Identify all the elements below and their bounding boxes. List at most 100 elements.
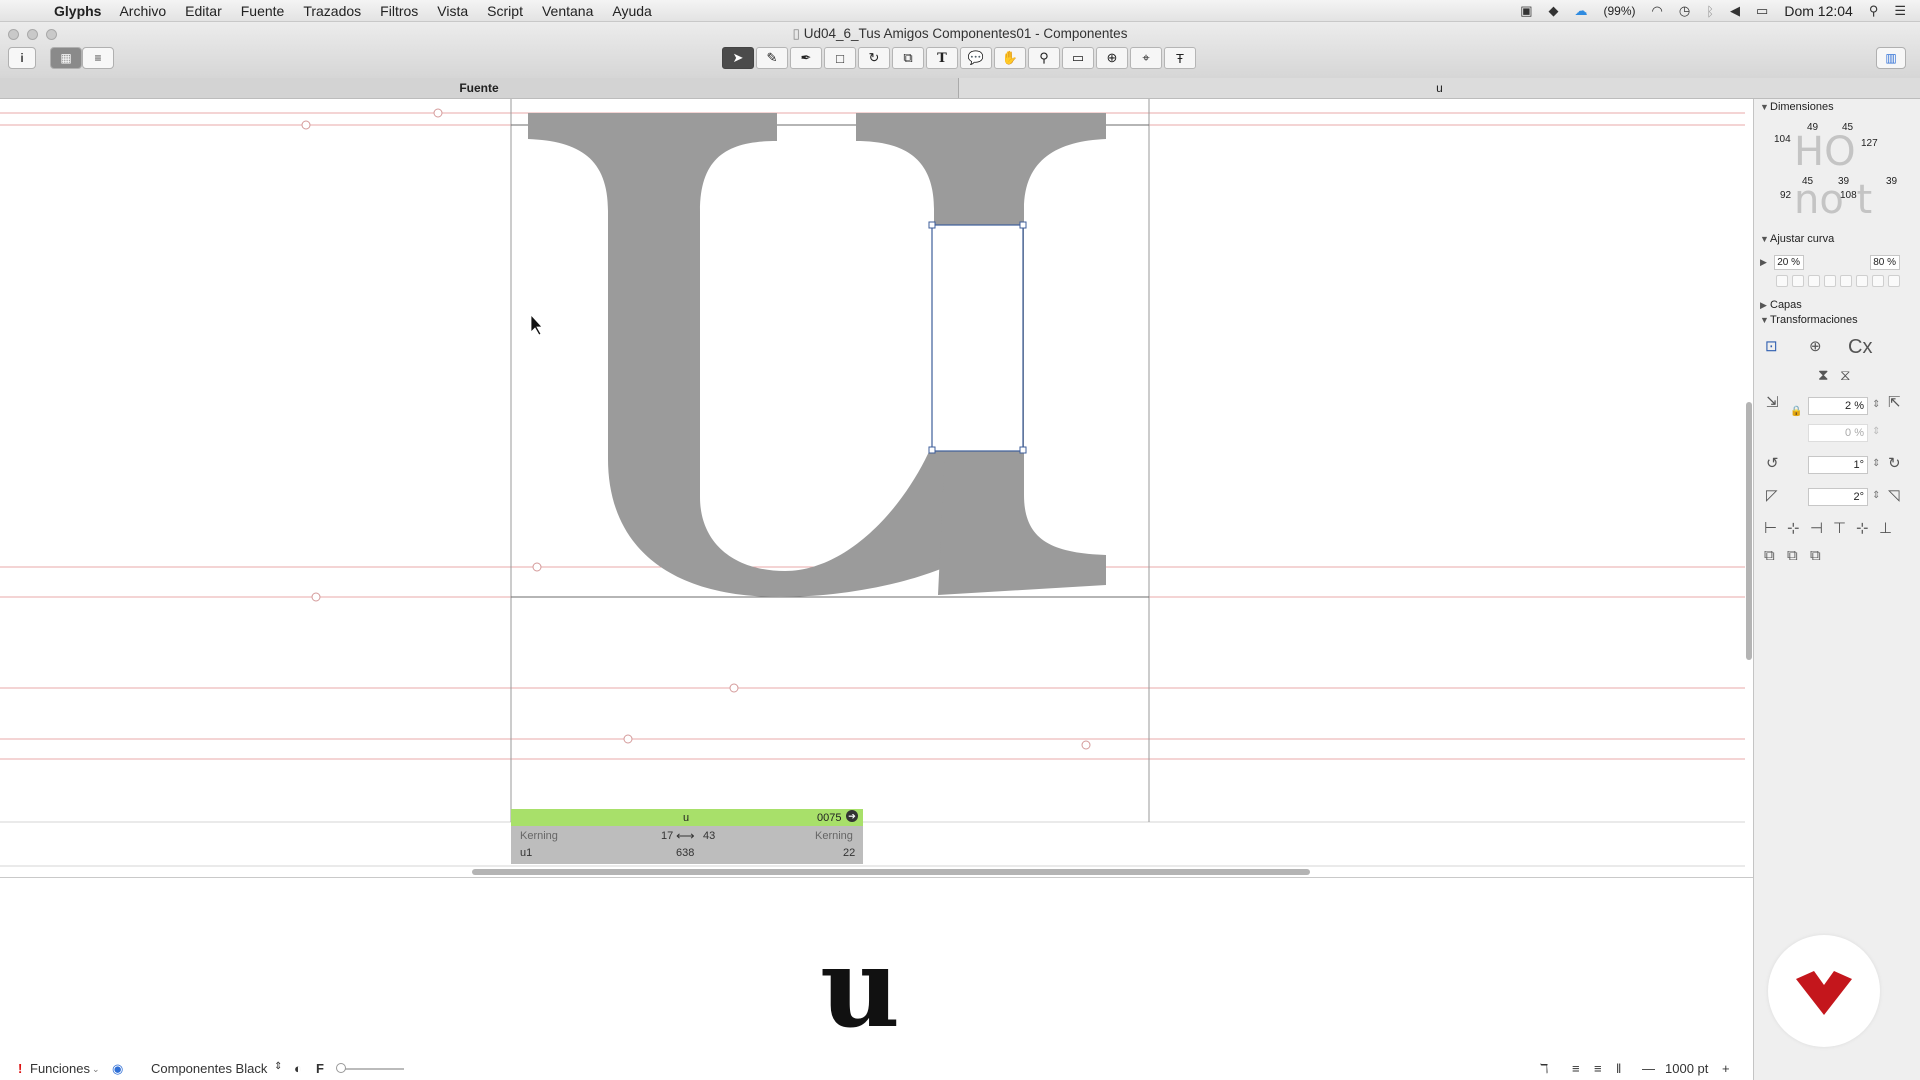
rotate-field[interactable]: 1° (1808, 456, 1868, 474)
grid-view-button[interactable]: ▦ (50, 47, 82, 69)
rsb-value[interactable]: 43 (703, 830, 715, 842)
align-left-edges-icon[interactable]: ⊢ (1764, 519, 1777, 537)
curve-max-field[interactable]: 80 % (1870, 255, 1900, 270)
curve-preset-7[interactable] (1872, 275, 1884, 287)
rotate-stepper-icon[interactable]: ⇕ (1872, 458, 1880, 469)
bluetooth-icon[interactable]: ᛒ (1706, 4, 1714, 19)
scale-y-field[interactable]: 0 % (1808, 424, 1868, 442)
curve-preset-2[interactable] (1792, 275, 1804, 287)
zoom-tool-button[interactable]: ⚲ (1028, 47, 1060, 69)
pen-tool-button[interactable]: ✒ (790, 47, 822, 69)
wifi-icon[interactable]: ◠ (1652, 3, 1663, 19)
menu-archivo[interactable]: Archivo (119, 3, 166, 19)
dim-value-5[interactable]: 92 (1780, 190, 1791, 201)
scale-field[interactable]: 2 % (1808, 397, 1868, 415)
rotate-right-icon[interactable]: ↻ (1888, 454, 1901, 472)
curve-preset-4[interactable] (1824, 275, 1836, 287)
menu-script[interactable]: Script (487, 3, 523, 19)
menu-ventana[interactable]: Ventana (542, 3, 593, 19)
preview-size-slider[interactable] (338, 1068, 404, 1070)
curve-preset-8[interactable] (1888, 275, 1900, 287)
menu-editar[interactable]: Editar (185, 3, 222, 19)
glyph-edit-canvas[interactable]: u 0075 ➔ Kerning 17 ⟷ 43 Kerning u1 638 … (0, 99, 1745, 876)
battery-icon[interactable]: ▭ (1756, 3, 1768, 19)
menu-ayuda[interactable]: Ayuda (612, 3, 651, 19)
dim-value-3[interactable]: 45 (1842, 122, 1853, 133)
glyph-drawing[interactable] (0, 99, 1745, 876)
curve-preset-1[interactable] (1776, 275, 1788, 287)
crosshair-origin-icon[interactable]: ⊕ (1809, 337, 1822, 355)
screen-record-icon[interactable]: ▣ (1520, 3, 1532, 19)
transformaciones-header[interactable]: ▼Transformaciones (1760, 314, 1858, 326)
scale-y-stepper-icon[interactable]: ⇕ (1872, 426, 1880, 437)
stepper-icon[interactable]: ⇕ (274, 1061, 282, 1072)
text-direction-icon[interactable]: ℸ (1540, 1061, 1548, 1077)
align-h-center-icon[interactable]: ⊹ (1787, 519, 1800, 537)
scale-down-icon[interactable]: ⇲ (1766, 393, 1779, 411)
dim-value-8[interactable]: 108 (1840, 190, 1857, 201)
mirror-horizontal-icon[interactable]: ⧗ (1818, 367, 1829, 384)
align-right-icon[interactable]: ≡ (1594, 1061, 1602, 1076)
cloud-icon[interactable]: ☁ (1575, 3, 1588, 19)
go-arrow-icon[interactable]: ➔ (846, 810, 858, 822)
menu-vista[interactable]: Vista (437, 3, 468, 19)
width-value[interactable]: 638 (676, 847, 694, 859)
time-machine-icon[interactable]: ◷ (1679, 3, 1690, 19)
dim-value-7[interactable]: 39 (1838, 176, 1849, 187)
app-menu[interactable]: Glyphs (54, 3, 101, 19)
f-label[interactable]: F (316, 1061, 324, 1076)
draw-tool-button[interactable]: ✎ (756, 47, 788, 69)
annotation-tool-button[interactable]: 💬 (960, 47, 992, 69)
dropbox-icon[interactable]: ◆ (1549, 3, 1559, 19)
info-panel-button[interactable]: i (8, 47, 36, 69)
mirror-vertical-icon[interactable]: ⧖ (1840, 367, 1851, 384)
curve-preset-3[interactable] (1808, 275, 1820, 287)
cx-origin-label[interactable]: Cx (1848, 336, 1872, 359)
zoom-out-icon[interactable]: — (1642, 1061, 1655, 1076)
spotlight-search-icon[interactable]: ⚲ (1869, 3, 1879, 19)
align-top-edges-icon[interactable]: ⊤ (1833, 519, 1846, 537)
glyph-unicode[interactable]: 0075 (817, 812, 841, 824)
curve-preset-5[interactable] (1840, 275, 1852, 287)
primitives-tool-button[interactable]: □ (824, 47, 856, 69)
ajustar-curva-header[interactable]: ▼Ajustar curva (1760, 233, 1834, 245)
zoom-size[interactable]: 1000 pt (1665, 1061, 1708, 1076)
hand-tool-button[interactable]: ✋ (994, 47, 1026, 69)
slant-stepper-icon[interactable]: ⇕ (1872, 490, 1880, 501)
measure-tool-button[interactable]: ▭ (1062, 47, 1094, 69)
dim-value-2[interactable]: 49 (1807, 122, 1818, 133)
glyph-name[interactable]: u (683, 812, 689, 824)
right-value[interactable]: 22 (843, 847, 855, 859)
tab-u[interactable]: u (959, 78, 1920, 98)
select-tool-button[interactable]: ➤ (722, 47, 754, 69)
align-bottom-edges-icon[interactable]: ⊥ (1879, 519, 1892, 537)
lsb-value[interactable]: 17 (661, 830, 673, 842)
clock[interactable]: Dom 12:04 (1784, 3, 1852, 19)
subtract-icon[interactable]: ⧉ (1787, 547, 1798, 564)
dim-value-4[interactable]: 127 (1861, 138, 1878, 149)
link-metrics-icon[interactable]: ⟷ (676, 828, 695, 844)
tab-fuente[interactable]: Fuente (0, 78, 959, 98)
intersect-icon[interactable]: ⧉ (1810, 547, 1821, 564)
columns-icon[interactable]: ‖ (1616, 1061, 1621, 1076)
union-icon[interactable]: ⧉ (1764, 547, 1775, 564)
eye-icon[interactable]: ◉ (112, 1061, 123, 1077)
lock-icon[interactable]: 🔒 (1790, 406, 1802, 417)
instance-popup[interactable]: Componentes Black (151, 1061, 267, 1076)
scale-stepper-icon[interactable]: ⇕ (1872, 399, 1880, 410)
volume-icon[interactable]: ◀ (1730, 3, 1740, 19)
menu-fuente[interactable]: Fuente (241, 3, 285, 19)
dim-value-6[interactable]: 45 (1802, 176, 1813, 187)
bounding-box-origin-icon[interactable]: ⊡ (1765, 337, 1778, 355)
component-name[interactable]: u1 (520, 847, 532, 859)
rotate-left-icon[interactable]: ↺ (1766, 454, 1779, 472)
text-tool-button[interactable]: T (926, 47, 958, 69)
rotate-tool-button[interactable]: ↻ (858, 47, 890, 69)
slider-knob[interactable] (336, 1063, 346, 1073)
menu-trazados[interactable]: Trazados (303, 3, 361, 19)
align-v-center-icon[interactable]: ⊹ (1856, 519, 1869, 537)
scale-up-icon[interactable]: ⇱ (1888, 393, 1901, 411)
curve-preset-6[interactable] (1856, 275, 1868, 287)
dimensiones-header[interactable]: ▼Dimensiones (1760, 101, 1834, 113)
text-metrics-tool-button[interactable]: Ŧ (1164, 47, 1196, 69)
